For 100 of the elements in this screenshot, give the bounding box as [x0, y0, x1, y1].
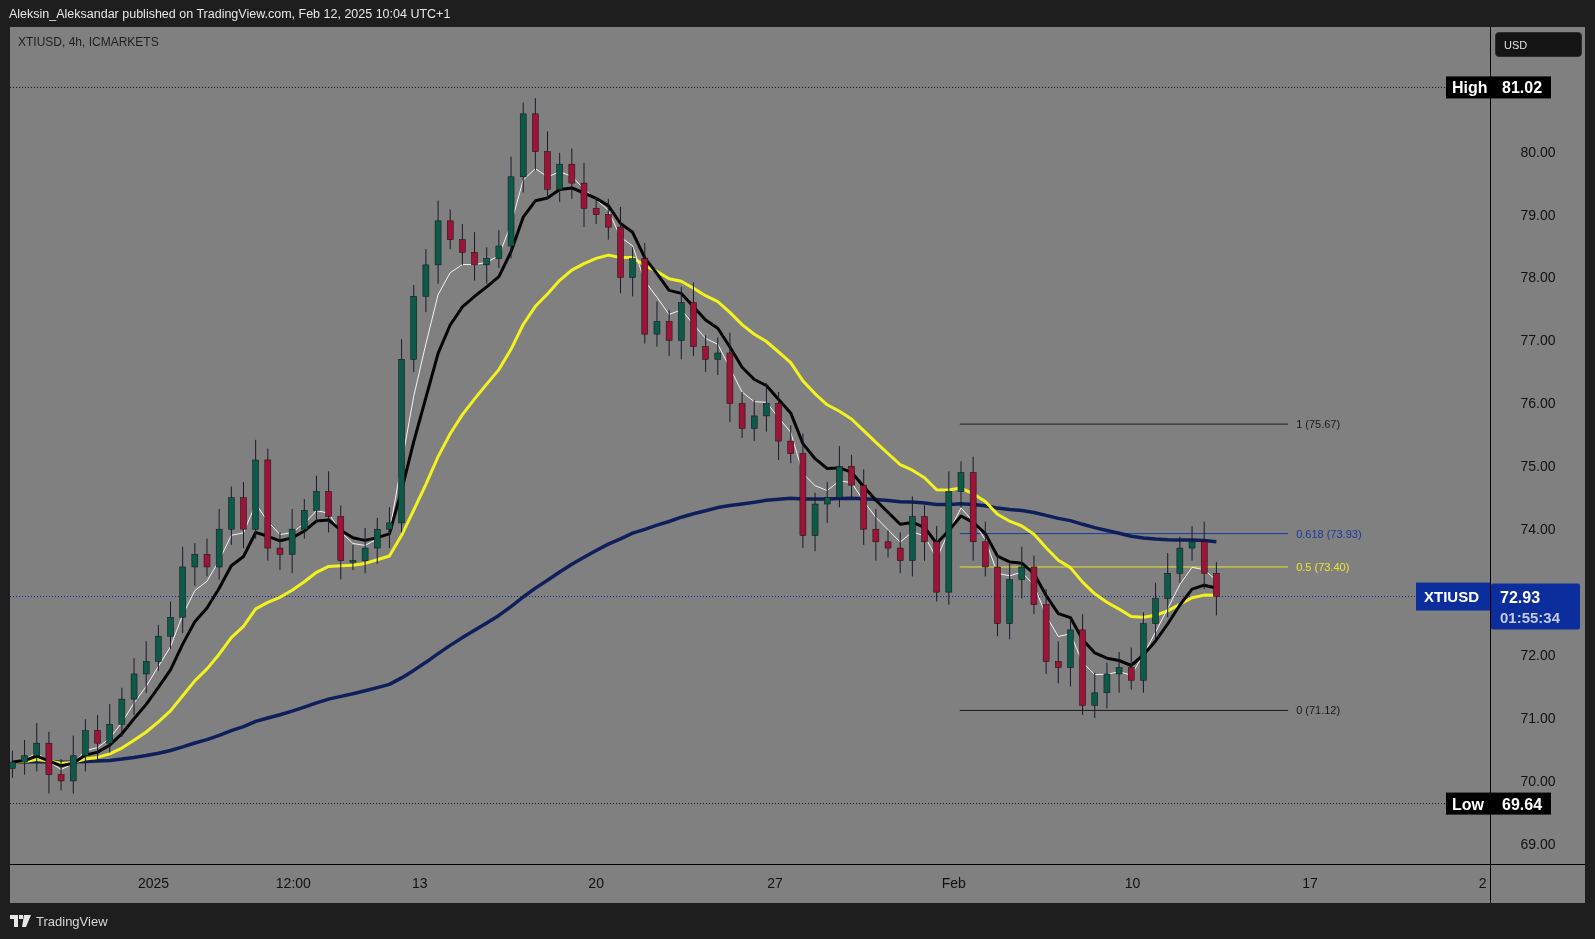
tag-label: High	[1452, 79, 1488, 97]
candle	[374, 517, 381, 565]
candle	[738, 391, 746, 439]
candle	[629, 246, 636, 297]
candle	[70, 735, 77, 794]
candle	[495, 229, 503, 269]
candle	[447, 209, 454, 250]
fib-level-label: 0.5 (73.40)	[1296, 560, 1350, 573]
candle	[580, 162, 588, 228]
time-axis-label: 2025	[137, 875, 170, 891]
candle	[459, 223, 466, 266]
candle	[483, 246, 490, 285]
candle	[1103, 662, 1111, 710]
candle	[811, 492, 819, 552]
candle	[57, 758, 65, 791]
candle	[313, 475, 320, 524]
candle	[1055, 640, 1062, 684]
price-value: 69.64	[1502, 795, 1543, 813]
candle	[848, 454, 855, 499]
candle	[1188, 525, 1196, 562]
candle	[544, 130, 551, 200]
tag-label: XTIUSD	[1424, 587, 1479, 605]
candle	[823, 481, 831, 524]
candle	[1213, 561, 1220, 616]
price-axis-label: 71.00	[1520, 710, 1556, 726]
price-axis-label: 72.00	[1520, 647, 1556, 664]
currency-button[interactable]: USD	[1495, 32, 1582, 57]
candle	[349, 544, 357, 571]
price-value: 81.02	[1502, 79, 1543, 97]
candle	[568, 147, 576, 200]
candle	[167, 601, 174, 650]
time-axis-label: 17	[1302, 875, 1318, 891]
candle	[921, 504, 928, 562]
candle	[276, 531, 284, 571]
price-axis-label: 79.00	[1520, 206, 1556, 223]
candle	[1128, 647, 1135, 691]
candle	[884, 529, 892, 558]
candle	[1030, 555, 1038, 615]
candle	[471, 231, 478, 282]
candle	[10, 750, 16, 779]
time-axis-label: 13	[412, 875, 428, 891]
candle	[288, 508, 296, 574]
candle	[155, 624, 162, 672]
time-axis-label: 2	[1478, 875, 1487, 891]
candle	[592, 196, 600, 225]
price-axis-label: 76.00	[1520, 395, 1556, 412]
time-axis-label: 20	[588, 875, 604, 891]
price-axis-label: 74.00	[1520, 521, 1556, 538]
candle	[361, 527, 369, 574]
logo-icon	[10, 915, 31, 927]
candle	[1018, 546, 1026, 599]
symbol-title: XTIUSD, 4h, ICMARKETS	[18, 35, 159, 49]
candle	[21, 739, 28, 776]
candle	[142, 640, 150, 694]
candle	[1067, 618, 1074, 688]
candle	[836, 445, 843, 508]
time-axis-label: Feb	[941, 875, 966, 891]
publisher-caption: Aleksin_Aleksandar published on TradingView.com, Feb 12, 2025 10:04 UTC+1	[9, 6, 451, 21]
candle	[106, 703, 113, 754]
candle	[714, 336, 721, 376]
candle	[94, 714, 101, 763]
price-axis-label: 80.00	[1520, 143, 1556, 160]
candle	[702, 334, 709, 373]
candle	[605, 198, 612, 241]
candle	[386, 506, 393, 549]
price-axis-label: 69.00	[1520, 835, 1556, 852]
candle	[301, 498, 308, 540]
price-axis-label: 77.00	[1520, 332, 1556, 349]
price-axis-label: 70.00	[1520, 772, 1556, 789]
candle	[1200, 521, 1208, 590]
price-axis-label: 78.00	[1520, 269, 1556, 286]
candle	[751, 399, 758, 442]
candle	[982, 521, 989, 577]
candle	[787, 424, 794, 464]
candle	[240, 481, 247, 549]
candle	[763, 382, 770, 433]
candle	[556, 152, 563, 203]
tag-label: Low	[1452, 795, 1484, 813]
candle	[82, 718, 89, 772]
candle	[1164, 552, 1171, 618]
candle	[325, 470, 332, 533]
fib-level-label: 0.618 (73.93)	[1296, 527, 1362, 540]
candle	[130, 657, 138, 716]
candle	[45, 731, 53, 794]
candle	[1176, 536, 1184, 584]
candle	[872, 508, 880, 562]
time-axis-label: 27	[767, 875, 783, 891]
fib-level-label: 0 (71.12)	[1296, 704, 1341, 717]
candle	[422, 248, 430, 313]
candle	[1152, 582, 1159, 640]
candle	[33, 722, 40, 772]
candle	[1091, 672, 1098, 719]
candle	[1115, 651, 1123, 694]
time-axis-label: 12:00	[275, 875, 311, 891]
candle	[775, 391, 782, 461]
candle	[228, 485, 235, 546]
brand-name: TradingView	[36, 913, 108, 929]
time-axis-label: 10	[1124, 875, 1141, 891]
fib-level-label: 1 (75.67)	[1296, 418, 1341, 431]
candle	[896, 531, 904, 574]
